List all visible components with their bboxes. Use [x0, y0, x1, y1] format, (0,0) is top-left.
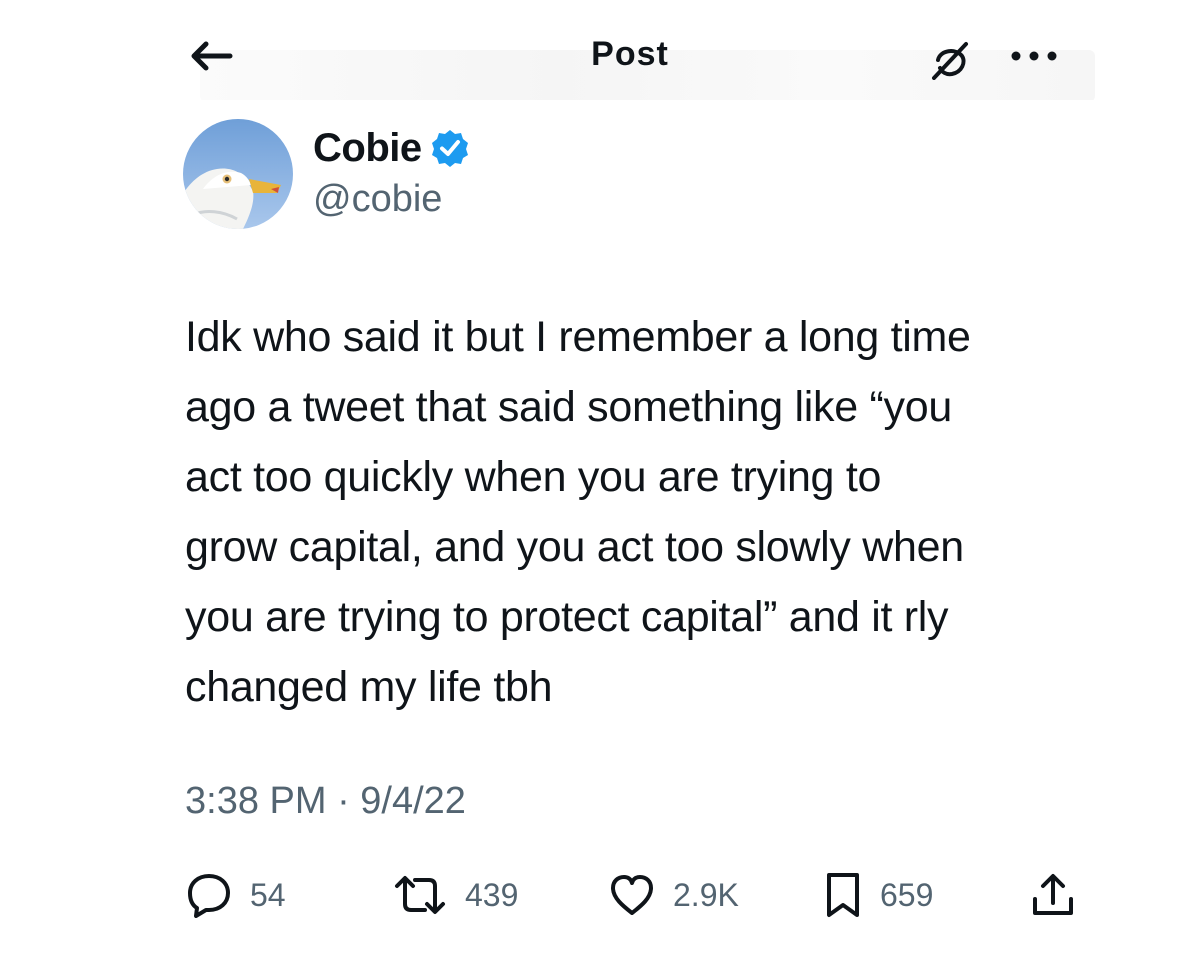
tweet-line: changed my life tbh	[185, 663, 553, 711]
author-info: Cobie @cobie	[313, 122, 470, 221]
back-arrow-icon[interactable]	[186, 30, 236, 80]
reply-icon	[188, 874, 230, 918]
page-title: Post	[591, 35, 669, 73]
repost-icon	[395, 876, 445, 914]
grok-icon[interactable]	[928, 40, 974, 80]
top-bar: Post	[0, 0, 1184, 100]
tweet-line: act too quickly when you are trying to	[185, 453, 882, 501]
tweet-line: Idk who said it but I remember a long ti…	[185, 313, 971, 361]
action-bar: 54 439 2.9K 659	[0, 865, 1184, 925]
like-button[interactable]: 2.9K	[609, 865, 739, 925]
user-handle[interactable]: @cobie	[313, 178, 470, 221]
post-timestamp[interactable]: 3:38 PM · 9/4/22	[185, 780, 466, 823]
share-button[interactable]	[1030, 865, 1076, 925]
verified-badge-icon[interactable]	[430, 128, 470, 168]
reply-button[interactable]: 54	[186, 865, 286, 925]
more-options-icon[interactable]	[1006, 46, 1062, 66]
avatar[interactable]	[183, 119, 293, 229]
bookmark-button[interactable]: 659	[824, 865, 933, 925]
tweet-text: Idk who said it but I remember a long ti…	[185, 302, 1105, 722]
heart-icon	[611, 875, 653, 915]
reply-count: 54	[250, 876, 286, 913]
bookmark-icon	[827, 873, 859, 917]
tweet-line: you are trying to protect capital” and i…	[185, 593, 949, 641]
bookmark-count: 659	[880, 876, 934, 913]
share-icon	[1033, 874, 1073, 915]
like-count: 2.9K	[673, 876, 739, 913]
tweet-line: ago a tweet that said something like “yo…	[185, 383, 952, 431]
seagull-avatar-icon	[183, 119, 293, 229]
display-name[interactable]: Cobie	[313, 126, 422, 171]
tweet-line: grow capital, and you act too slowly whe…	[185, 523, 964, 571]
repost-count: 439	[465, 876, 519, 913]
repost-button[interactable]: 439	[393, 865, 518, 925]
